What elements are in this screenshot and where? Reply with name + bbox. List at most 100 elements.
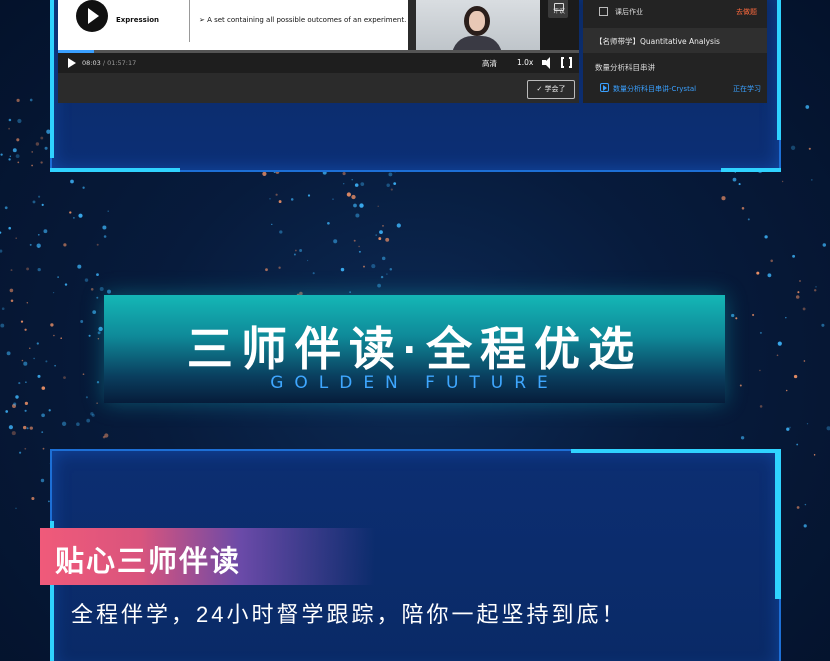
speed-selector[interactable]: 1.0x: [517, 58, 533, 67]
particle-dot: [279, 230, 283, 234]
particle-dot: [21, 359, 24, 362]
particle-dot: [96, 273, 99, 276]
section-title[interactable]: 数量分析科目串讲: [595, 62, 655, 73]
particle-dot: [803, 524, 807, 528]
particle-dot: [804, 503, 807, 506]
particle-dot: [54, 364, 56, 367]
particle-dot: [739, 384, 742, 387]
comment-label[interactable]: 评议: [553, 6, 565, 15]
particle-dot: [379, 230, 383, 235]
particle-dot: [388, 172, 393, 177]
particle-dot: [12, 148, 17, 153]
particle-dot: [97, 337, 100, 340]
particle-dot: [8, 425, 13, 430]
particle-dot: [63, 376, 66, 379]
teacher-body: [452, 36, 502, 50]
particle-dot: [25, 381, 27, 384]
particle-dot: [37, 267, 41, 272]
particle-dot: [61, 421, 67, 426]
particle-dot: [40, 161, 43, 164]
course-title-row[interactable]: 【名师带学】Quantitative Analysis: [583, 28, 767, 53]
particle-dot: [26, 302, 29, 304]
particle-dot: [759, 331, 762, 334]
particle-dot: [796, 506, 800, 509]
particle-dot: [803, 360, 806, 362]
particle-dot: [360, 182, 365, 186]
particle-dot: [764, 235, 768, 239]
particle-dot: [4, 206, 8, 210]
particle-dot: [29, 426, 33, 430]
particle-dot: [312, 272, 315, 275]
particle-dot: [307, 194, 311, 197]
volume-icon[interactable]: [542, 57, 556, 69]
particle-dot: [346, 192, 352, 197]
particle-dot: [738, 183, 741, 186]
particle-dot: [86, 418, 91, 423]
particle-dot: [77, 264, 82, 269]
particle-dot: [785, 316, 787, 319]
current-time: 08:03: [82, 59, 101, 67]
particle-dot: [48, 409, 51, 412]
particle-dot: [42, 447, 45, 450]
lecture-slide: Expression ➢ A set containing all possib…: [58, 0, 408, 50]
frame-accent: [777, 0, 781, 140]
particle-dot: [815, 286, 817, 288]
particle-dot: [343, 183, 345, 185]
particle-dot: [278, 200, 282, 204]
particle-dot: [353, 203, 357, 208]
teacher-face: [469, 11, 485, 31]
homework-label: 课后作业: [615, 8, 643, 16]
particle-dot: [375, 234, 378, 236]
particle-dot: [721, 196, 726, 201]
lesson-row[interactable]: 数量分析科目串讲-Crystal 正在学习: [583, 80, 767, 100]
particle-dot: [52, 291, 55, 294]
particle-dot: [299, 249, 303, 252]
particle-dot: [32, 200, 36, 204]
particle-dot: [96, 243, 99, 246]
particle-dot: [770, 259, 773, 263]
fullscreen-icon[interactable]: [561, 56, 572, 69]
particle-dot: [96, 381, 100, 384]
particle-dot: [69, 211, 72, 214]
particle-dot: [351, 179, 353, 181]
particle-dot: [351, 194, 356, 200]
particle-dot: [88, 334, 91, 337]
particle-dot: [11, 431, 16, 436]
particle-dot: [386, 273, 388, 275]
learned-button[interactable]: ✓ 学会了: [527, 80, 575, 99]
particle-dot: [810, 179, 813, 181]
particle-dot: [24, 409, 27, 412]
particle-dot: [377, 205, 379, 207]
play-icon[interactable]: [68, 58, 76, 68]
particle-dot: [826, 426, 830, 431]
particle-dot: [91, 413, 95, 417]
homework-row[interactable]: 课后作业 去做题: [583, 0, 767, 27]
particle-dot: [0, 323, 5, 328]
particle-dot: [37, 246, 40, 248]
particle-dot: [13, 402, 17, 406]
particle-dot: [789, 426, 791, 429]
particle-dot: [265, 268, 268, 272]
particle-dot: [390, 188, 393, 191]
feature-tag: 贴心三师伴读: [40, 528, 375, 585]
particle-dot: [50, 323, 54, 327]
particle-dot: [19, 451, 22, 454]
particle-dot: [17, 161, 20, 164]
play-overlay-icon[interactable]: [76, 0, 108, 32]
particle-dot: [9, 288, 14, 293]
particle-dot: [6, 351, 11, 356]
particle-dot: [767, 273, 772, 278]
particle-dot: [9, 155, 11, 157]
quality-selector[interactable]: 高清: [482, 58, 497, 69]
homework-action[interactable]: 去做题: [736, 7, 757, 17]
particle-dot: [82, 186, 85, 189]
particle-dot: [393, 182, 397, 185]
duration: / 01:57:17: [102, 59, 137, 67]
particle-dot: [107, 289, 111, 294]
slide-definition: ➢ A set containing all possible outcomes…: [199, 16, 407, 24]
particle-dot: [806, 423, 809, 425]
video-player[interactable]: Expression ➢ A set containing all possib…: [58, 0, 579, 103]
particle-dot: [24, 447, 27, 450]
particle-dot: [785, 389, 788, 392]
particle-dot: [781, 180, 784, 183]
